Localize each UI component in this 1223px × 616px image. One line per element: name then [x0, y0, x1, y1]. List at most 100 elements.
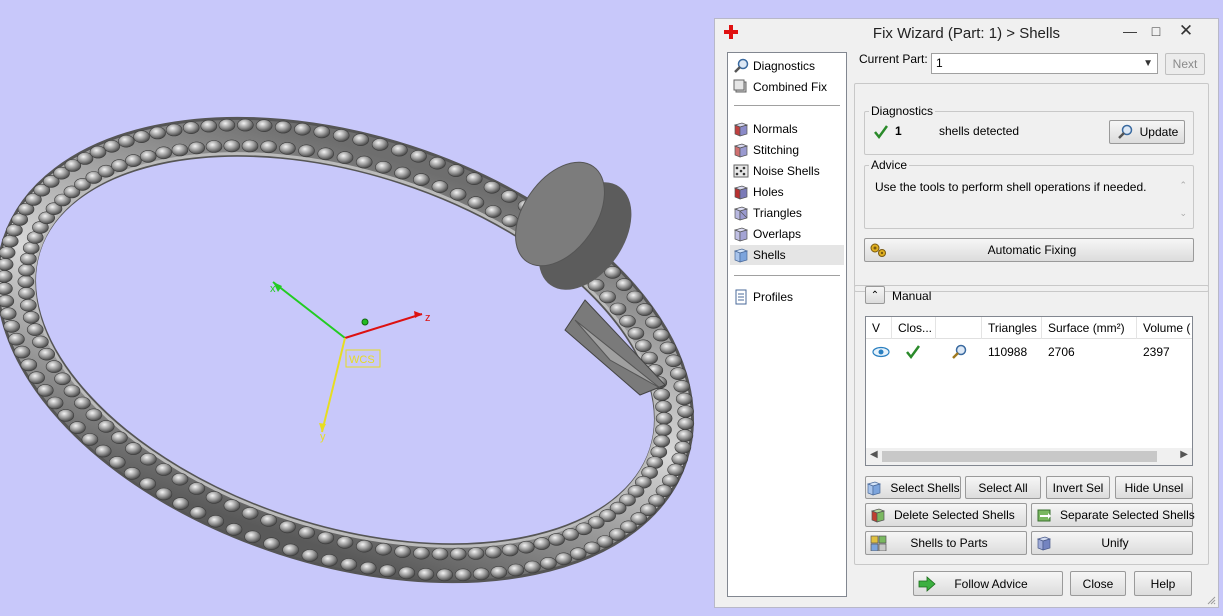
- separate-selected-shells-button[interactable]: Separate Selected Shells: [1031, 503, 1195, 527]
- ring-bead: [0, 246, 16, 259]
- ring-bead: [133, 130, 150, 143]
- ring-bead: [669, 367, 687, 380]
- ring-bead: [500, 190, 518, 203]
- ring-bead: [609, 302, 627, 316]
- current-part-label: Current Part:: [859, 52, 928, 66]
- nav-label: Profiles: [753, 290, 794, 304]
- shells-to-parts-button[interactable]: Shells to Parts: [865, 531, 1027, 555]
- unify-button[interactable]: Unify: [1031, 531, 1193, 555]
- nav-item-overlaps[interactable]: Overlaps: [730, 224, 844, 244]
- ring-bead: [655, 400, 672, 414]
- ring-bead: [63, 384, 81, 398]
- nav-item-holes[interactable]: Holes: [730, 182, 844, 202]
- nav-item-normals[interactable]: Normals: [730, 119, 844, 139]
- z-axis-label: z: [425, 312, 431, 324]
- col-volume[interactable]: Volume (: [1137, 317, 1192, 339]
- hide-unselected-button[interactable]: Hide Unsel: [1115, 476, 1193, 499]
- ring-bead: [279, 142, 296, 155]
- ring-bead: [301, 549, 319, 562]
- scroll-left-icon[interactable]: ◀: [870, 449, 878, 460]
- invert-selection-button[interactable]: Invert Sel: [1046, 476, 1110, 499]
- ring-bead: [140, 452, 157, 466]
- ring-bead: [155, 487, 173, 501]
- nav-item-stitching[interactable]: Stitching: [730, 140, 844, 160]
- nav-item-combined-fix[interactable]: Combined Fix: [730, 77, 844, 97]
- col-surface[interactable]: Surface (mm²): [1042, 317, 1137, 339]
- select-shells-label: Select Shells: [890, 480, 960, 495]
- ring-bead: [412, 173, 430, 186]
- ring-bead: [569, 547, 587, 561]
- col-visible[interactable]: V: [866, 317, 892, 339]
- ring-bead: [398, 566, 416, 580]
- maximize-button[interactable]: □: [1143, 21, 1169, 41]
- ring-bead: [260, 140, 277, 154]
- ring-bead: [38, 347, 56, 361]
- ring-bead: [676, 429, 694, 442]
- unify-label: Unify: [1101, 536, 1129, 550]
- ring-bead: [19, 252, 37, 266]
- cell-triangles: 110988: [988, 345, 1028, 359]
- nav-item-shells[interactable]: Shells: [730, 245, 844, 265]
- ring-bead: [355, 155, 373, 169]
- unify-icon: [1036, 536, 1052, 551]
- x-axis-line: [272, 281, 346, 339]
- horizontal-scrollbar[interactable]: ◀ ▶: [866, 448, 1192, 465]
- ring-bead: [1, 234, 19, 248]
- inspect-magnifier-icon[interactable]: [950, 344, 968, 360]
- resize-grip-icon[interactable]: [1206, 595, 1216, 605]
- manual-title: Manual: [892, 289, 932, 303]
- eye-icon[interactable]: [872, 345, 890, 359]
- nav-item-noise-shells[interactable]: Noise Shells: [730, 161, 844, 181]
- follow-advice-button[interactable]: Follow Advice: [913, 571, 1063, 596]
- ring-bead: [483, 181, 501, 194]
- automatic-fixing-button[interactable]: Automatic Fixing: [864, 238, 1194, 262]
- scrollbar-thumb[interactable]: [882, 451, 1157, 462]
- close-window-button[interactable]: ✕: [1173, 21, 1199, 41]
- current-part-select[interactable]: 1 ▼: [931, 53, 1158, 74]
- ring-bead: [562, 528, 579, 541]
- update-button[interactable]: Update: [1109, 120, 1185, 144]
- scroll-up-icon[interactable]: ⌃: [1179, 180, 1187, 191]
- ring-bead: [32, 335, 49, 349]
- help-button[interactable]: Help: [1134, 571, 1192, 596]
- y-axis-line: [321, 337, 346, 433]
- shells-table[interactable]: V Clos... Triangles Surface (mm²) Volume…: [865, 316, 1193, 466]
- ring-bead: [223, 499, 241, 512]
- next-button[interactable]: Next: [1165, 53, 1205, 75]
- ring-bead: [111, 159, 128, 172]
- ring-bead: [149, 126, 166, 140]
- select-shells-icon: [867, 481, 882, 496]
- ring-bead: [274, 120, 292, 134]
- ring-model: x z y WCS: [0, 116, 695, 584]
- nav-label: Triangles: [753, 206, 802, 220]
- ring-bead: [188, 482, 206, 495]
- ring-bead: [172, 497, 189, 510]
- ring-bead: [279, 520, 296, 534]
- ring-bead: [677, 405, 694, 418]
- ring-bead: [19, 298, 37, 312]
- close-button[interactable]: Close: [1070, 571, 1126, 596]
- ring-bead: [36, 384, 54, 397]
- combined-fix-icon: [733, 79, 747, 93]
- collapse-manual-button[interactable]: ⌃: [865, 286, 885, 304]
- document-icon: [735, 289, 747, 305]
- minimize-button[interactable]: —: [1117, 21, 1143, 41]
- ring-bead: [255, 119, 273, 132]
- normals-cube-icon: [733, 122, 749, 137]
- table-row[interactable]: 110988 2706 2397: [866, 341, 1192, 363]
- ring-bead: [336, 536, 354, 549]
- ring-bead: [417, 567, 435, 581]
- title-bar[interactable]: Fix Wizard (Part: 1) > Shells — □ ✕: [715, 19, 1218, 47]
- nav-label: Normals: [753, 122, 798, 136]
- nav-item-diagnostics[interactable]: Diagnostics: [730, 56, 844, 76]
- nav-item-triangles[interactable]: Triangles: [730, 203, 844, 223]
- scroll-down-icon[interactable]: ⌄: [1179, 208, 1187, 219]
- select-shells-button[interactable]: Select Shells: [865, 476, 961, 499]
- nav-item-profiles[interactable]: Profiles: [730, 287, 844, 307]
- col-inspect[interactable]: [936, 317, 982, 339]
- delete-selected-shells-button[interactable]: Delete Selected Shells: [865, 503, 1027, 527]
- scroll-right-icon[interactable]: ▶: [1180, 449, 1188, 460]
- select-all-button[interactable]: Select All: [965, 476, 1041, 499]
- col-closed[interactable]: Clos...: [892, 317, 936, 339]
- col-triangles[interactable]: Triangles: [982, 317, 1042, 339]
